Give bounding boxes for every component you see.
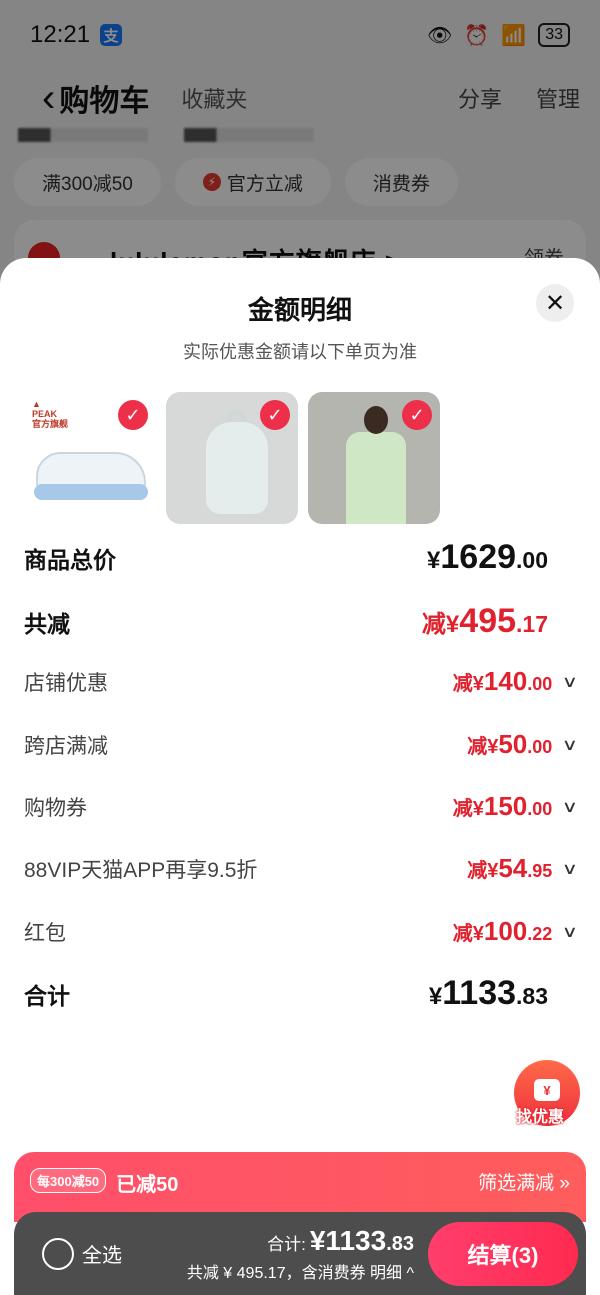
close-icon[interactable]: ✕ — [536, 284, 574, 322]
discount-prefix: 减¥ — [452, 673, 484, 695]
row-amount: 减¥ 100 .22 — [453, 916, 553, 947]
discount-prefix: 减¥ — [452, 798, 484, 820]
total-decimal: .83 — [386, 1232, 414, 1255]
row-amount: 减¥ 495 .17 — [422, 602, 576, 641]
discount-prefix: 减¥ — [467, 736, 499, 758]
find-deal-label[interactable]: 找优惠 — [516, 1103, 564, 1127]
row-label: 合计 — [24, 982, 70, 1009]
row-label: 跨店满减 — [24, 734, 108, 758]
discount-prefix: 减¥ — [467, 860, 499, 882]
row-label: 商品总价 — [24, 546, 116, 573]
row-red-packet[interactable]: 红包 减¥ 100 .22 ∨ — [24, 916, 578, 947]
chevron-down-icon[interactable]: ∨ — [562, 735, 578, 755]
amount-int: 54 — [498, 853, 528, 883]
amount-dec: .00 — [527, 799, 553, 819]
checkout-button[interactable]: 结算(3) — [428, 1221, 578, 1286]
bag-image — [206, 422, 268, 514]
amount-int: 495 — [459, 602, 517, 640]
check-icon[interactable]: ✓ — [402, 400, 432, 430]
currency-symbol: ¥ — [427, 547, 441, 574]
amount-int: 1629 — [440, 538, 517, 576]
currency-symbol: ¥ — [428, 983, 443, 1010]
amount-dec: .83 — [516, 983, 548, 1009]
chevron-down-icon[interactable]: ∨ — [562, 672, 578, 692]
filter-reduction-link[interactable]: 筛选满减 » — [478, 1168, 570, 1195]
row-total: 合计 ¥ 1133 .83 — [24, 974, 576, 1013]
amount-int: 100 — [483, 916, 528, 946]
row-label: 店铺优惠 — [24, 671, 108, 695]
chevron-down-icon[interactable]: ∨ — [562, 859, 578, 879]
amount-dec: .22 — [527, 924, 553, 944]
checkout-bar: 全选 合计: ¥1133 .83 共减 ¥ 495.17，含消费券 明细 ^ 结… — [14, 1212, 586, 1295]
row-label: 红包 — [24, 921, 66, 945]
total-label: 合计: — [267, 1234, 306, 1254]
sheet-title: 金额明细 — [247, 295, 352, 325]
amount-detail-sheet: 金额明细 实际优惠金额请以下单页为准 ✕ ▲ PEAK 官方旗舰 ✓ ✓ ✓ 商品总… — [0, 258, 600, 1295]
product-thumbnails: ▲ PEAK 官方旗舰 ✓ ✓ ✓ — [24, 392, 440, 524]
discount-prefix: 减¥ — [421, 611, 460, 638]
row-amount: 减¥ 54 .95 — [467, 853, 552, 884]
product-thumb-sneaker[interactable]: ▲ PEAK 官方旗舰 ✓ — [24, 392, 156, 524]
total-amount: ¥1133 — [309, 1224, 387, 1256]
amount-dec: .95 — [527, 861, 553, 881]
row-vip-discount[interactable]: 88VIP天猫APP再享9.5折 减¥ 54 .95 ∨ — [24, 853, 578, 884]
row-amount: 减¥ 140 .00 — [453, 666, 553, 697]
amount-int: 150 — [483, 791, 528, 821]
amount-dec: .00 — [527, 737, 553, 757]
model-head — [364, 406, 388, 434]
promo-done-text: 已减50 — [116, 1174, 179, 1196]
row-label: 购物券 — [24, 796, 87, 820]
product-thumb-shirt[interactable]: ✓ — [308, 392, 440, 524]
select-all-label[interactable]: 全选 — [82, 1239, 122, 1268]
select-all-checkbox[interactable] — [42, 1237, 74, 1270]
row-cross-store-discount[interactable]: 跨店满减 减¥ 50 .00 ∨ — [24, 729, 578, 760]
row-amount: ¥ 1133 .83 — [429, 974, 576, 1013]
shirt-image — [346, 432, 406, 524]
check-icon[interactable]: ✓ — [118, 400, 148, 430]
checkout-totals: 合计: ¥1133 .83 共减 ¥ 495.17，含消费券 明细 ^ — [187, 1225, 414, 1283]
product-thumb-bag[interactable]: ✓ — [166, 392, 298, 524]
chevron-down-icon[interactable]: ∨ — [562, 922, 578, 942]
sneaker-sole — [34, 484, 148, 500]
check-icon[interactable]: ✓ — [260, 400, 290, 430]
row-label: 共减 — [24, 610, 70, 637]
amount-dec: .00 — [527, 674, 553, 694]
row-store-discount[interactable]: 店铺优惠 减¥ 140 .00 ∨ — [24, 666, 578, 697]
amount-int: 140 — [483, 666, 528, 696]
row-amount: 减¥ 50 .00 — [467, 729, 552, 760]
amount-int: 50 — [498, 729, 528, 759]
row-label: 88VIP天猫APP再享9.5折 — [24, 858, 258, 882]
chevron-down-icon[interactable]: ∨ — [562, 797, 578, 817]
amount-int: 1133 — [442, 974, 517, 1012]
row-amount: ¥ 1629 .00 — [427, 538, 576, 577]
sheet-subtitle: 实际优惠金额请以下单页为准 — [183, 342, 417, 362]
row-subtotal: 商品总价 ¥ 1629 .00 — [24, 538, 576, 577]
row-total-discount: 共减 减¥ 495 .17 — [24, 602, 576, 641]
row-shopping-coupon[interactable]: 购物券 减¥ 150 .00 ∨ — [24, 791, 578, 822]
discount-detail-toggle[interactable]: 共减 ¥ 495.17，含消费券 明细 ^ — [187, 1259, 414, 1283]
row-amount: 减¥ 150 .00 — [453, 791, 553, 822]
promo-badge: 每300减50 — [30, 1168, 107, 1193]
amount-dec: .00 — [516, 547, 548, 573]
discount-prefix: 减¥ — [452, 923, 484, 945]
amount-dec: .17 — [516, 611, 548, 637]
peak-logo: ▲ PEAK 官方旗舰 — [32, 399, 69, 429]
ticket-icon: ¥ — [534, 1079, 560, 1101]
